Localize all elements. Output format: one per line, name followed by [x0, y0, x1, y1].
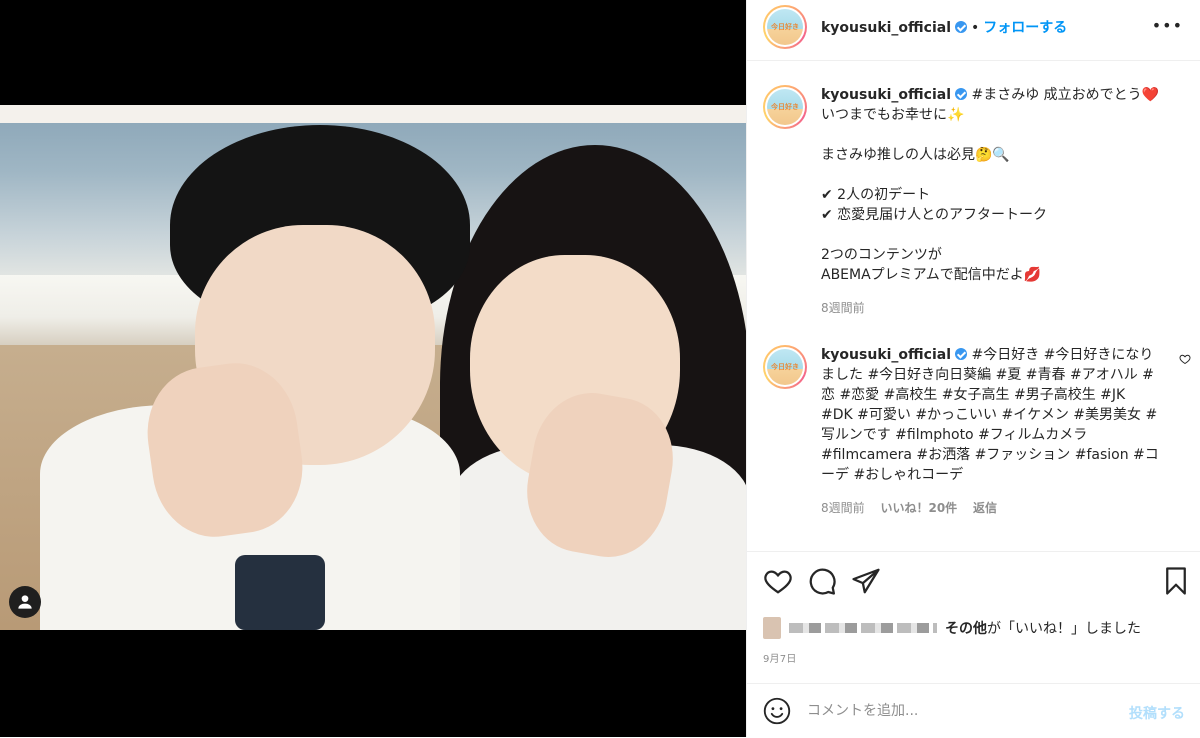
caption-line: ✔︎ 2人の初デート [821, 187, 931, 203]
caption-line [821, 225, 1181, 245]
post-side-panel: 今日好き kyousuki_official • フォローする ••• 今日好き k… [746, 0, 1200, 737]
comment-meta: 8週間前 いいね！20件 返信 [821, 498, 1161, 518]
avatar-image: 今日好き [767, 89, 803, 125]
photo-tie [235, 555, 325, 630]
follow-button[interactable]: フォローする [983, 20, 1067, 36]
comment-avatar[interactable]: 今日好き [763, 345, 807, 389]
post-date[interactable]: 9月7日 [763, 650, 797, 665]
emoji-icon[interactable] [763, 697, 791, 725]
comments-area[interactable]: 今日好き kyousuki_official #まさみゆ 成立おめでとう❤️ い… [747, 61, 1200, 551]
comment-time[interactable]: 8週間前 [821, 501, 865, 515]
post-header: 今日好き kyousuki_official • フォローする ••• [747, 0, 1200, 61]
likes-others-link[interactable]: その他 [945, 618, 987, 638]
comment-reply-button[interactable]: 返信 [973, 501, 997, 515]
post-actions [747, 551, 1200, 612]
comment-likes[interactable]: いいね！20件 [880, 501, 957, 515]
post-media[interactable] [0, 0, 746, 737]
caption-line: いつまでもお幸せに✨ [821, 107, 965, 123]
header-username-row: kyousuki_official • フォローする [821, 17, 1067, 37]
post-photo [0, 105, 746, 630]
user-tag-button[interactable] [9, 586, 41, 618]
post-comment-button[interactable]: 投稿する [1129, 703, 1185, 723]
caption-line: 2つのコンテンツが [821, 247, 942, 263]
add-comment-bar: 投稿する [747, 683, 1200, 738]
liker-avatar[interactable] [763, 617, 781, 639]
hashtag-comment-text: kyousuki_official #今日好き #今日好きになりました #今日好… [821, 345, 1161, 518]
liked-by-line: その他 が「いいね！」しました [763, 613, 1193, 643]
user-icon [18, 595, 32, 609]
share-icon[interactable] [851, 566, 881, 596]
caption-line [821, 125, 1181, 145]
caption-text: kyousuki_official #まさみゆ 成立おめでとう❤️ いつまでもお… [821, 85, 1181, 318]
comment-username[interactable]: kyousuki_official [821, 347, 951, 363]
more-options-icon[interactable]: ••• [1152, 16, 1183, 35]
caption-line: ✔︎ 恋愛見届け人とのアフタートーク [821, 207, 1048, 223]
caption-avatar[interactable]: 今日好き [763, 85, 807, 129]
caption-line: まさみゆ推しの人は必見🤔🔍 [821, 147, 1010, 163]
comment-like-heart-icon[interactable] [1179, 353, 1191, 365]
caption-meta: 8週間前 [821, 298, 1181, 318]
photo-sky [0, 105, 746, 123]
liker-names-blurred [789, 623, 937, 633]
caption-username[interactable]: kyousuki_official [821, 87, 951, 103]
heart-icon[interactable] [763, 566, 793, 596]
avatar-image: 今日好き [767, 349, 803, 385]
comment-icon[interactable] [807, 566, 837, 596]
avatar-image: 今日好き [767, 9, 803, 45]
verified-badge-icon [955, 348, 968, 360]
header-username[interactable]: kyousuki_official [821, 20, 951, 36]
caption-line: ABEMAプレミアムで配信中だよ💋 [821, 267, 1042, 283]
bookmark-icon[interactable] [1161, 566, 1191, 596]
caption-line [821, 165, 1181, 185]
caption-time[interactable]: 8週間前 [821, 301, 865, 315]
verified-badge-icon [955, 21, 968, 33]
hashtag-text[interactable]: #今日好き #今日好きになりました #今日好き向日葵編 #夏 #青春 #アオハル… [821, 347, 1159, 483]
separator-dot: • [971, 20, 980, 36]
caption-line: #まさみゆ 成立おめでとう❤️ [971, 87, 1160, 103]
verified-badge-icon [955, 88, 968, 100]
header-avatar[interactable]: 今日好き [763, 5, 807, 49]
likes-suffix: が「いいね！」しました [987, 621, 1141, 637]
comment-input[interactable] [805, 702, 1109, 720]
